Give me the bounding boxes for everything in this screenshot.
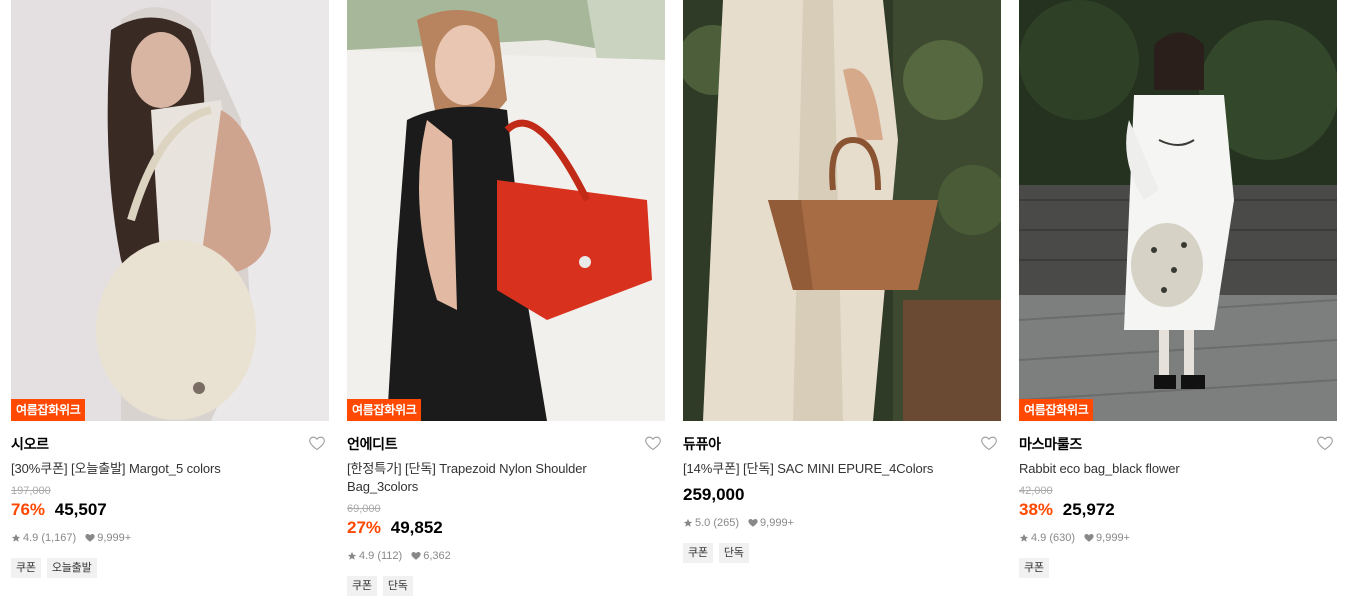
tag-list: 쿠폰 xyxy=(1019,558,1337,578)
product-photo-red-nylon-bag xyxy=(347,0,665,421)
product-name[interactable]: [30%쿠폰] [오늘출발] Margot_5 colors xyxy=(11,460,311,478)
product-card[interactable]: 듀퓨아 [14%쿠폰] [단독] SAC MINI EPURE_4Colors … xyxy=(683,0,1001,608)
brand-name[interactable]: 마스마룰즈 xyxy=(1019,435,1337,453)
star-icon xyxy=(347,551,357,560)
review-meta: 5.0 (265) 9,999+ xyxy=(683,516,1001,530)
product-card[interactable]: 여름잡화위크 마스마룰즈 Rabbit eco bag_black flower… xyxy=(1019,0,1337,608)
price-row: 259,000 xyxy=(683,484,1001,506)
price-row: 76% 45,507 xyxy=(11,499,329,521)
original-price: 197,000 xyxy=(11,485,51,497)
product-image[interactable]: 여름잡화위크 xyxy=(347,0,665,421)
like-button[interactable] xyxy=(645,436,663,452)
star-icon xyxy=(11,533,21,542)
rating-text: 4.9 (112) xyxy=(359,550,403,562)
product-info: 언에디트 [한정특가] [단독] Trapezoid Nylon Shoulde… xyxy=(347,421,665,596)
rating: 4.9 (1,167) xyxy=(11,531,76,545)
product-image[interactable]: 여름잡화위크 xyxy=(1019,0,1337,421)
discount-rate: 27% xyxy=(347,518,382,537)
star-icon xyxy=(683,518,693,527)
likes-text: 9,999+ xyxy=(97,532,132,544)
likes-text: 9,999+ xyxy=(1096,532,1130,544)
like-button[interactable] xyxy=(981,436,999,452)
brand-name[interactable]: 듀퓨아 xyxy=(683,435,1001,453)
original-price: 69,000 xyxy=(347,503,381,515)
price-row: 27% 49,852 xyxy=(347,517,665,539)
rating: 5.0 (265) xyxy=(683,516,739,530)
tag: 단독 xyxy=(718,543,749,563)
tag: 단독 xyxy=(382,576,413,596)
sale-price: 49,852 xyxy=(390,518,443,537)
event-badge: 여름잡화위크 xyxy=(1019,399,1094,421)
product-name[interactable]: [14%쿠폰] [단독] SAC MINI EPURE_4Colors xyxy=(683,460,983,478)
rating-text: 4.9 (630) xyxy=(1031,532,1076,544)
like-button[interactable] xyxy=(1317,436,1335,452)
product-photo-leather-tote xyxy=(683,0,1001,421)
tag-list: 쿠폰 단독 xyxy=(683,543,1001,563)
product-name[interactable]: Rabbit eco bag_black flower xyxy=(1019,460,1319,478)
review-meta: 4.9 (112) 6,362 xyxy=(347,549,665,563)
sale-price: 25,972 xyxy=(1062,500,1115,519)
original-price: 42,000 xyxy=(1019,485,1053,497)
heart-filled-icon xyxy=(1084,534,1094,542)
rating: 4.9 (112) xyxy=(347,549,402,563)
likes: 9,999+ xyxy=(1084,531,1130,545)
tag: 쿠폰 xyxy=(1019,558,1049,578)
tag: 오늘출발 xyxy=(46,558,97,578)
product-info: 시오르 [30%쿠폰] [오늘출발] Margot_5 colors 197,0… xyxy=(11,421,329,578)
product-image[interactable] xyxy=(683,0,1001,421)
tag-list: 쿠폰 오늘출발 xyxy=(11,558,329,578)
heart-outline-icon xyxy=(1317,436,1333,451)
likes: 9,999+ xyxy=(748,516,794,530)
rating-text: 5.0 (265) xyxy=(695,517,740,529)
star-icon xyxy=(1019,533,1029,542)
heart-filled-icon xyxy=(85,534,95,542)
product-photo-crochet-bag xyxy=(11,0,329,421)
event-badge: 여름잡화위크 xyxy=(11,399,86,421)
sale-price: 259,000 xyxy=(683,485,745,504)
product-image[interactable]: 여름잡화위크 xyxy=(11,0,329,421)
heart-filled-icon xyxy=(411,552,421,560)
review-meta: 4.9 (630) 9,999+ xyxy=(1019,531,1337,545)
heart-outline-icon xyxy=(981,436,997,451)
rating: 4.9 (630) xyxy=(1019,531,1075,545)
review-meta: 4.9 (1,167) 9,999+ xyxy=(11,531,329,545)
tag-list: 쿠폰 단독 xyxy=(347,576,665,596)
likes: 6,362 xyxy=(411,549,451,563)
product-name[interactable]: [한정특가] [단독] Trapezoid Nylon Shoulder Bag… xyxy=(347,460,647,496)
heart-outline-icon xyxy=(645,436,661,451)
likes-text: 9,999+ xyxy=(760,517,794,529)
brand-name[interactable]: 시오르 xyxy=(11,435,329,453)
sale-price: 45,507 xyxy=(54,500,107,519)
brand-name[interactable]: 언에디트 xyxy=(347,435,665,453)
discount-rate: 76% xyxy=(11,500,46,519)
product-grid: 여름잡화위크 시오르 [30%쿠폰] [오늘출발] Margot_5 color… xyxy=(0,0,1345,608)
heart-outline-icon xyxy=(309,436,325,451)
tag: 쿠폰 xyxy=(683,543,713,563)
product-card[interactable]: 여름잡화위크 언에디트 [한정특가] [단독] Trapezoid Nylon … xyxy=(347,0,665,608)
heart-filled-icon xyxy=(748,519,758,527)
like-button[interactable] xyxy=(309,436,327,452)
price-row: 38% 25,972 xyxy=(1019,499,1337,521)
likes-text: 6,362 xyxy=(423,550,451,562)
likes: 9,999+ xyxy=(85,531,131,545)
product-card[interactable]: 여름잡화위크 시오르 [30%쿠폰] [오늘출발] Margot_5 color… xyxy=(11,0,329,608)
product-info: 듀퓨아 [14%쿠폰] [단독] SAC MINI EPURE_4Colors … xyxy=(683,421,1001,563)
tag: 쿠폰 xyxy=(11,558,41,578)
event-badge: 여름잡화위크 xyxy=(347,399,422,421)
tag: 쿠폰 xyxy=(347,576,377,596)
rating-text: 4.9 (1,167) xyxy=(23,532,77,544)
product-photo-leopard-eco-bag xyxy=(1019,0,1337,421)
product-info: 마스마룰즈 Rabbit eco bag_black flower 42,000… xyxy=(1019,421,1337,578)
discount-rate: 38% xyxy=(1019,500,1054,519)
